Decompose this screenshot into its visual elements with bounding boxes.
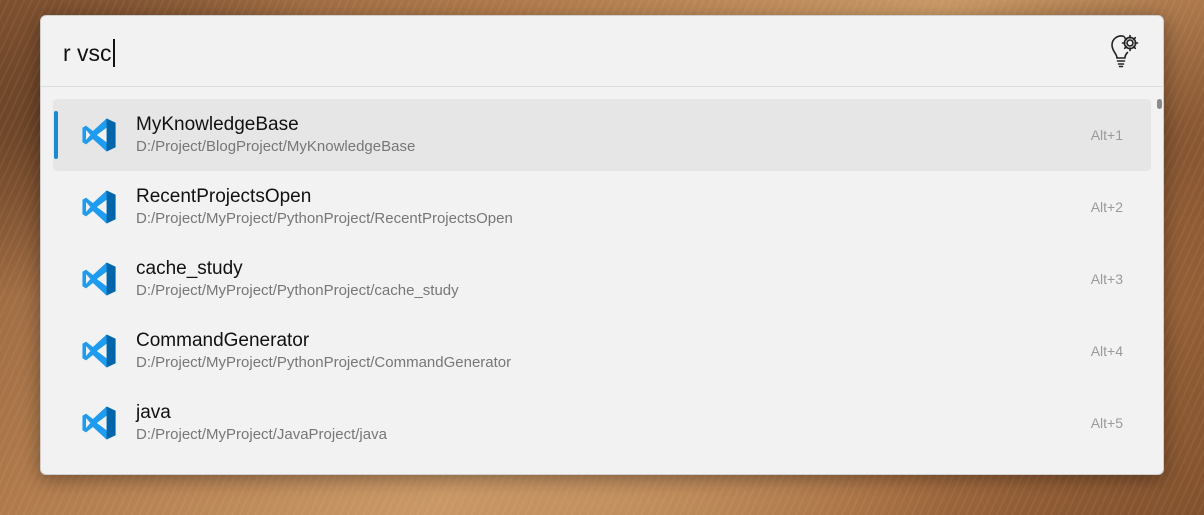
result-item[interactable]: cache_study D:/Project/MyProject/PythonP… — [53, 243, 1151, 315]
result-title: java — [136, 402, 171, 423]
text-caret — [112, 39, 115, 67]
result-path: D:/Project/MyProject/JavaProject/java — [136, 426, 387, 443]
result-title: MyKnowledgeBase — [136, 114, 299, 135]
result-hotkey: Alt+1 — [1090, 127, 1123, 143]
result-item[interactable]: CommandGenerator D:/Project/MyProject/Py… — [53, 315, 1151, 387]
vscode-icon — [82, 190, 116, 224]
vscode-icon — [82, 118, 116, 152]
launcher-window: r vsc MyKnowledgeBase D:/Project/BlogPro… — [40, 15, 1164, 475]
result-hotkey: Alt+5 — [1090, 415, 1123, 431]
result-path: D:/Project/MyProject/PythonProject/cache… — [136, 282, 459, 299]
query-bar[interactable]: r vsc — [41, 16, 1163, 87]
result-title: RecentProjectsOpen — [136, 186, 312, 207]
scrollbar-thumb[interactable] — [1157, 99, 1162, 109]
result-path: D:/Project/MyProject/PythonProject/Comma… — [136, 354, 512, 371]
query-input[interactable]: r vsc — [63, 38, 115, 68]
vscode-icon — [82, 406, 116, 440]
query-text: r vsc — [63, 40, 112, 66]
result-title: cache_study — [136, 258, 243, 279]
result-hotkey: Alt+4 — [1090, 343, 1123, 359]
selection-marker — [54, 111, 58, 159]
vscode-icon — [82, 262, 116, 296]
result-hotkey: Alt+3 — [1090, 271, 1123, 287]
result-item[interactable]: java D:/Project/MyProject/JavaProject/ja… — [53, 387, 1151, 459]
result-title: CommandGenerator — [136, 330, 310, 351]
result-path: D:/Project/MyProject/PythonProject/Recen… — [136, 210, 513, 227]
result-path: D:/Project/BlogProject/MyKnowledgeBase — [136, 138, 416, 155]
settings-button[interactable] — [1103, 30, 1143, 70]
results-list: MyKnowledgeBase D:/Project/BlogProject/M… — [53, 99, 1151, 469]
vscode-icon — [82, 334, 116, 368]
result-hotkey: Alt+2 — [1090, 199, 1123, 215]
result-item[interactable]: MyKnowledgeBase D:/Project/BlogProject/M… — [53, 99, 1151, 171]
result-item[interactable]: RecentProjectsOpen D:/Project/MyProject/… — [53, 171, 1151, 243]
lightbulb-gear-icon — [1111, 34, 1139, 68]
